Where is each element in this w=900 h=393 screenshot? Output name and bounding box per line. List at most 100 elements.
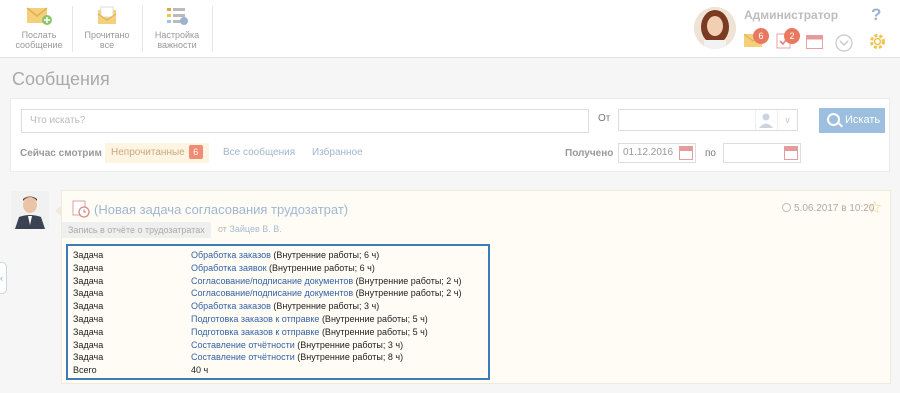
filter-all-messages[interactable]: Все сообщения: [217, 143, 301, 163]
search-input[interactable]: Что искать?: [21, 109, 589, 133]
page-title: Сообщения: [12, 69, 110, 89]
chevron-down-circle-icon[interactable]: [835, 34, 853, 52]
calendar-icon[interactable]: [679, 146, 693, 160]
row-type: Задача: [73, 326, 104, 337]
tasks-notification[interactable]: 2: [776, 28, 800, 49]
row-type: Задача: [73, 352, 104, 363]
message-card[interactable]: (Новая задача согласования трудозатрат) …: [55, 190, 891, 384]
row-type: Задача: [73, 275, 104, 286]
message-date-value: 5.06.2017 в 10:20: [794, 203, 875, 214]
table-row: Задача Подготовка заказов к отправке (Вну…: [73, 326, 483, 339]
user-picker-icon[interactable]: [755, 110, 775, 130]
sender-name-link[interactable]: Зайцев В. В.: [229, 224, 281, 234]
received-label: Получено: [565, 148, 614, 159]
task-link[interactable]: Обработка заказов: [191, 250, 271, 260]
send-label-line2: сообщение: [15, 40, 63, 50]
toolbar-divider: [142, 6, 143, 52]
row-detail: (Внутренние работы; 5 ч): [319, 326, 428, 337]
row-detail: (Внутренние работы; 5 ч): [319, 313, 428, 324]
row-type: Задача: [73, 288, 104, 299]
table-row: Задача Согласование/подписание документов…: [73, 287, 483, 300]
message-category-tag: Запись в отчёте о трудозатратах: [62, 222, 211, 238]
row-detail: (Внутренние работы; 8 ч): [294, 352, 404, 363]
importance-label-line1: Настройка: [154, 30, 200, 40]
importance-label-line2: важности: [157, 40, 197, 50]
toolbar-divider: [72, 6, 73, 52]
filter-unread-label: Непрочитанные: [111, 147, 185, 158]
sidebar-toggle[interactable]: ‹: [0, 262, 7, 294]
task-link[interactable]: Подготовка заказов к отправке: [191, 314, 319, 324]
read-label-line2: все: [99, 40, 115, 50]
task-link[interactable]: Обработка заказов: [191, 301, 271, 311]
table-row: Задача Обработка заявок (Внутренние работ…: [73, 262, 483, 275]
task-link[interactable]: Согласование/подписание документов: [191, 276, 353, 286]
importance-list-icon: [167, 8, 188, 25]
total-value: 40 ч: [191, 365, 209, 376]
task-link[interactable]: Подготовка заказов к отправке: [191, 327, 319, 337]
calendar-icon[interactable]: [806, 35, 824, 49]
table-row: Задача Составление отчётности (Внутренние…: [73, 351, 483, 364]
timesheet-table: Задача Обработка заказов (Внутренние рабо…: [66, 244, 490, 380]
send-message-button[interactable]: Послать сообщение: [14, 6, 64, 54]
table-row: Задача Согласование/подписание документов…: [73, 275, 483, 288]
message-date: 5.06.2017 в 10:20: [782, 203, 874, 214]
send-label-line1: Послать: [21, 30, 57, 40]
row-detail: (Внутренние работы; 3 ч): [270, 301, 380, 312]
task-link[interactable]: Обработка заявок: [191, 263, 267, 273]
sender-photo-icon: [11, 191, 49, 229]
task-clock-icon: [72, 200, 90, 218]
chevron-down-icon[interactable]: ∨: [777, 110, 797, 130]
task-link[interactable]: Составление отчётности: [191, 352, 295, 362]
search-button-label: Искать: [845, 114, 881, 126]
from-prefix: от: [218, 224, 227, 234]
row-type: Задача: [73, 262, 104, 273]
task-link[interactable]: Составление отчётности: [191, 340, 295, 350]
mark-all-read-button[interactable]: Прочитано все: [81, 6, 133, 54]
filter-favorites[interactable]: Избранное: [306, 143, 369, 163]
gear-icon[interactable]: [869, 33, 886, 50]
search-button[interactable]: Искать: [819, 108, 885, 133]
user-name[interactable]: Администратор: [744, 8, 838, 22]
row-detail: (Внутренние работы; 2 ч): [353, 288, 462, 299]
to-label: по: [705, 148, 716, 159]
clock-icon: [782, 203, 791, 212]
messages-notification[interactable]: 6: [744, 28, 769, 48]
user-avatar[interactable]: [694, 7, 736, 49]
filter-unread[interactable]: Непрочитанные 6: [105, 143, 209, 163]
message-sender: от Зайцев В. В.: [218, 224, 282, 234]
read-label-line1: Прочитано: [84, 30, 130, 40]
table-row: Задача Обработка заказов (Внутренние рабо…: [73, 249, 483, 262]
unread-count-badge: 6: [188, 145, 203, 159]
help-icon[interactable]: ?: [871, 5, 881, 25]
envelope-plus-icon: [26, 7, 52, 25]
total-row: Всего 40 ч: [73, 364, 483, 377]
date-to-input[interactable]: [723, 143, 801, 163]
calendar-icon[interactable]: [784, 146, 798, 160]
top-toolbar: Послать сообщение Прочитано все Настройк…: [0, 0, 900, 58]
row-type: Задача: [73, 301, 104, 312]
date-from-value: 01.12.2016: [623, 147, 674, 158]
tasks-count-badge: 2: [784, 28, 800, 44]
filter-panel: Что искать? От ∨ Искать Сейчас смотрим Н…: [10, 98, 890, 172]
row-type: Задача: [73, 339, 104, 350]
importance-settings-button[interactable]: Настройка важности: [150, 6, 204, 54]
message-title-link[interactable]: (Новая задача согласования трудозатрат): [94, 202, 348, 217]
row-detail: (Внутренние работы; 6 ч): [266, 262, 375, 273]
date-from-input[interactable]: 01.12.2016: [618, 143, 696, 163]
table-row: Задача Составление отчётности (Внутренние…: [73, 339, 483, 352]
total-label: Всего: [73, 365, 97, 376]
table-row: Задача Подготовка заказов к отправке (Вну…: [73, 313, 483, 326]
sender-avatar: [11, 191, 49, 229]
table-row: Задача Обработка заказов (Внутренние рабо…: [73, 300, 483, 313]
sender-field[interactable]: ∨: [618, 109, 798, 131]
favorite-star-icon[interactable]: ☆: [867, 198, 882, 218]
user-photo-icon: [694, 7, 736, 49]
row-detail: (Внутренние работы; 3 ч): [294, 339, 404, 350]
from-label: От: [598, 113, 611, 124]
task-link[interactable]: Согласование/подписание документов: [191, 288, 353, 298]
messages-count-badge: 6: [753, 28, 769, 44]
row-detail: (Внутренние работы; 2 ч): [353, 275, 462, 286]
row-detail: (Внутренние работы; 6 ч): [270, 250, 380, 260]
row-type: Задача: [73, 250, 104, 260]
row-type: Задача: [73, 313, 104, 324]
